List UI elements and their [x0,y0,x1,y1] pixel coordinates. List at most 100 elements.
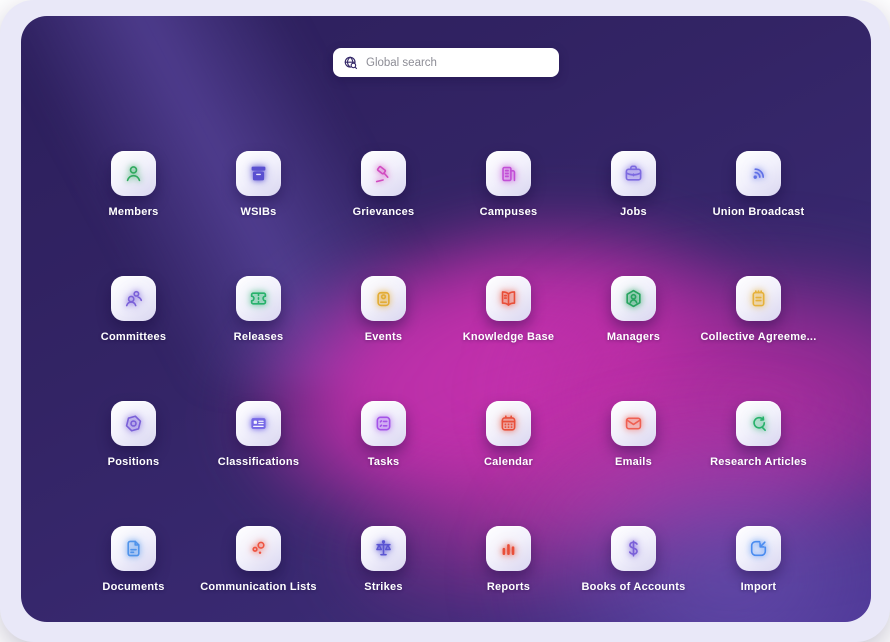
app-tile-events[interactable] [361,276,406,321]
app-cell-releases: Releases [196,276,321,401]
app-tile-emails[interactable] [611,401,656,446]
app-tile-campuses[interactable] [486,151,531,196]
app-label: Union Broadcast [713,206,805,218]
ticket-icon [247,287,270,310]
gavel-icon [372,162,395,185]
app-tile-reports[interactable] [486,526,531,571]
global-search-input[interactable] [366,57,549,69]
app-tile-strikes[interactable] [361,526,406,571]
app-tile-committees[interactable] [111,276,156,321]
dashboard-background: Members WSIBs Grievances Campuses Jobs Union … [21,16,871,622]
app-grid: Members WSIBs Grievances Campuses Jobs Union … [71,151,821,622]
app-cell-reports: Reports [446,526,571,622]
app-label: Grievances [353,206,415,218]
app-cell-calendar: Calendar [446,401,571,526]
import-arrow-icon [747,537,770,560]
globe-search-icon [343,55,358,70]
app-tile-communication-lists[interactable] [236,526,281,571]
app-tile-books-of-accounts[interactable] [611,526,656,571]
broadcast-icon [747,162,770,185]
app-label: Reports [487,581,530,593]
app-cell-union-broadcast: Union Broadcast [696,151,821,276]
app-label: Classifications [218,456,299,468]
app-label: Strikes [364,581,402,593]
app-cell-communication-lists: Communication Lists [196,526,321,622]
app-tile-members[interactable] [111,151,156,196]
clipboard-icon [747,287,770,310]
app-cell-research-articles: Research Articles [696,401,821,526]
app-label: Books of Accounts [581,581,685,593]
buildings-icon [497,162,520,185]
app-cell-members: Members [71,151,196,276]
device-frame: Members WSIBs Grievances Campuses Jobs Union … [0,0,890,642]
app-tile-jobs[interactable] [611,151,656,196]
app-tile-managers[interactable] [611,276,656,321]
app-label: Managers [607,331,660,343]
event-calendar-icon [372,287,395,310]
app-tile-releases[interactable] [236,276,281,321]
envelope-icon [622,412,645,435]
app-label: Research Articles [710,456,807,468]
app-cell-collective-agreeme: Collective Agreeme... [696,276,821,401]
seal-badge-icon [122,412,145,435]
global-search-bar[interactable] [333,48,559,77]
app-label: Tasks [368,456,400,468]
app-tile-wsibs[interactable] [236,151,281,196]
app-cell-campuses: Campuses [446,151,571,276]
task-list-icon [372,412,395,435]
id-card-icon [247,412,270,435]
document-icon [122,537,145,560]
app-cell-knowledge-base: Knowledge Base [446,276,571,401]
bar-chart-icon [497,537,520,560]
app-cell-classifications: Classifications [196,401,321,526]
users-icon [122,287,145,310]
app-cell-import: Import [696,526,821,622]
app-tile-collective-agreeme[interactable] [736,276,781,321]
app-tile-knowledge-base[interactable] [486,276,531,321]
app-label: Positions [108,456,160,468]
app-label: Communication Lists [200,581,317,593]
research-magnifier-icon [747,412,770,435]
app-label: WSIBs [240,206,276,218]
app-label: Calendar [484,456,533,468]
app-cell-books-of-accounts: Books of Accounts [571,526,696,622]
manager-badge-icon [622,287,645,310]
app-cell-strikes: Strikes [321,526,446,622]
open-book-icon [497,287,520,310]
person-icon [122,162,145,185]
app-cell-managers: Managers [571,276,696,401]
app-tile-import[interactable] [736,526,781,571]
app-tile-calendar[interactable] [486,401,531,446]
app-tile-grievances[interactable] [361,151,406,196]
app-label: Campuses [480,206,538,218]
app-label: Committees [101,331,166,343]
app-cell-grievances: Grievances [321,151,446,276]
app-tile-classifications[interactable] [236,401,281,446]
app-cell-tasks: Tasks [321,401,446,526]
chat-bubbles-icon [247,537,270,560]
app-label: Jobs [620,206,647,218]
app-tile-documents[interactable] [111,526,156,571]
app-tile-positions[interactable] [111,401,156,446]
app-label: Events [365,331,403,343]
app-label: Collective Agreeme... [700,331,816,343]
app-label: Knowledge Base [463,331,555,343]
app-label: Emails [615,456,652,468]
app-label: Documents [102,581,164,593]
app-cell-emails: Emails [571,401,696,526]
app-cell-documents: Documents [71,526,196,622]
app-cell-jobs: Jobs [571,151,696,276]
dollar-icon [622,537,645,560]
app-cell-positions: Positions [71,401,196,526]
app-tile-research-articles[interactable] [736,401,781,446]
app-label: Import [741,581,777,593]
calendar-icon [497,412,520,435]
scales-icon [372,537,395,560]
app-cell-wsibs: WSIBs [196,151,321,276]
app-tile-union-broadcast[interactable] [736,151,781,196]
app-cell-committees: Committees [71,276,196,401]
app-label: Releases [234,331,284,343]
app-tile-tasks[interactable] [361,401,406,446]
briefcase-icon [622,162,645,185]
app-label: Members [108,206,158,218]
